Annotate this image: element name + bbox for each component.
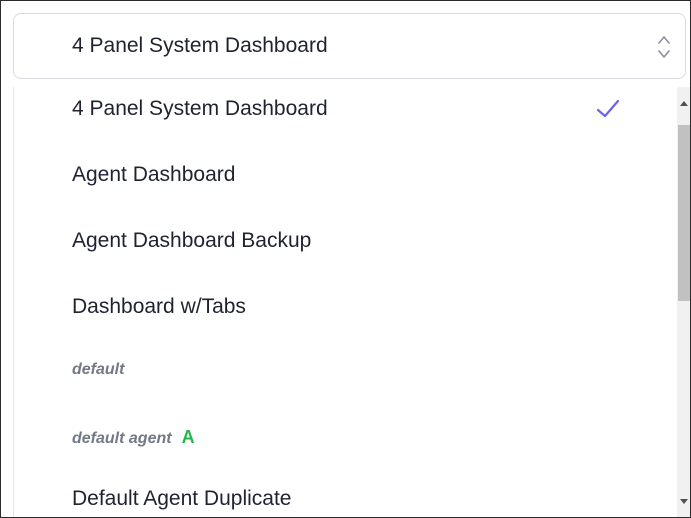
option-default-agent-duplicate[interactable]: Default Agent Duplicate <box>14 473 664 517</box>
scroll-down-arrow-icon[interactable] <box>680 499 688 504</box>
option-default-agent[interactable]: default agent A <box>14 409 664 469</box>
option-label: Agent Dashboard <box>72 163 236 186</box>
scrollbar[interactable] <box>677 87 690 517</box>
option-dashboard-tabs[interactable]: Dashboard w/Tabs <box>14 279 664 339</box>
agent-badge: A <box>181 427 195 447</box>
option-label: Agent Dashboard Backup <box>72 229 312 252</box>
scroll-up-arrow-icon[interactable] <box>680 101 688 106</box>
option-4-panel-system-dashboard[interactable]: 4 Panel System Dashboard <box>14 87 664 147</box>
scroll-thumb[interactable] <box>678 125 690 301</box>
option-label: Dashboard w/Tabs <box>72 295 246 318</box>
dashboard-select[interactable]: 4 Panel System Dashboard <box>13 13 686 79</box>
option-agent-dashboard[interactable]: Agent Dashboard <box>14 147 664 207</box>
dropdown-list[interactable]: 4 Panel System Dashboard Agent Dashboard… <box>13 87 690 517</box>
option-label: 4 Panel System Dashboard <box>72 97 328 120</box>
option-label: default <box>72 361 125 378</box>
option-agent-dashboard-backup[interactable]: Agent Dashboard Backup <box>14 213 664 273</box>
option-label: default agent <box>72 430 172 447</box>
option-default[interactable]: default <box>14 343 664 403</box>
select-value: 4 Panel System Dashboard <box>72 34 328 57</box>
checkmark-icon <box>596 99 620 118</box>
option-label-group: default agent A <box>72 427 195 448</box>
updown-chevron-icon <box>658 36 670 58</box>
dropdown-frame: 4 Panel System Dashboard 4 Panel System … <box>0 0 691 518</box>
option-label: Default Agent Duplicate <box>72 487 292 510</box>
